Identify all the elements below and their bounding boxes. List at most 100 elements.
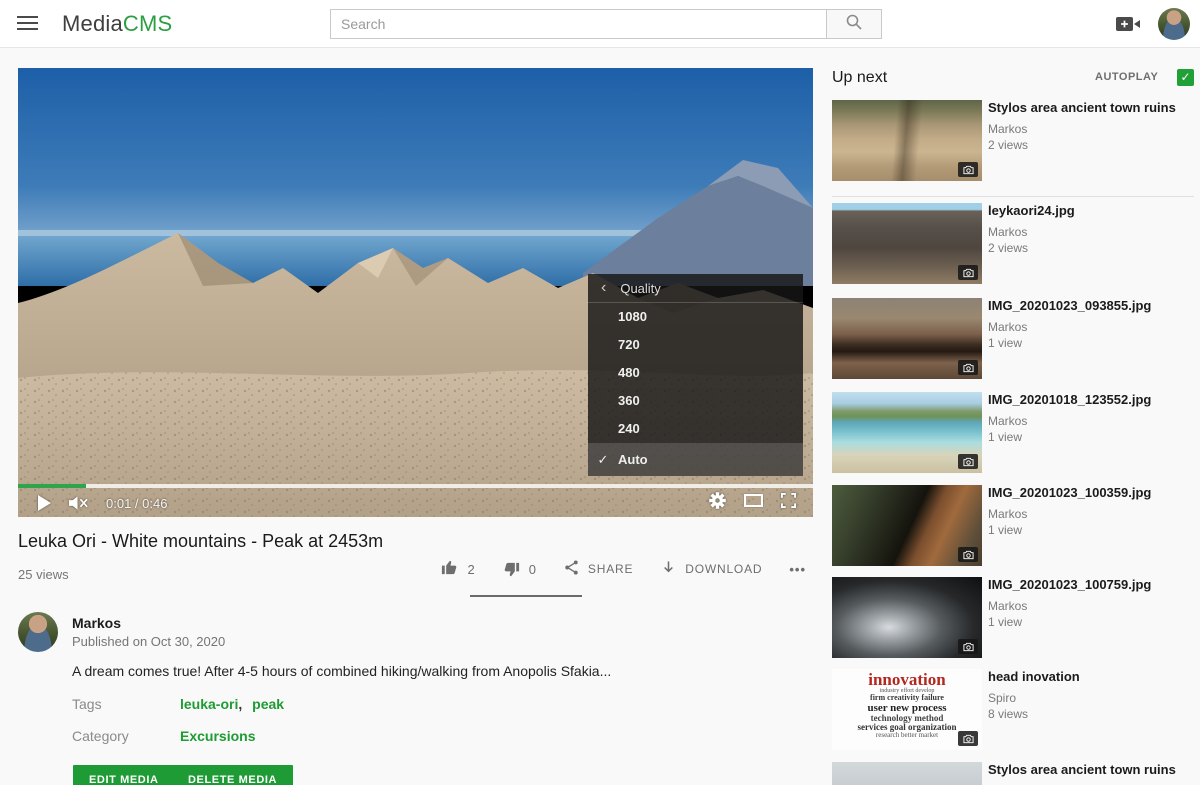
item-meta: IMG_20201023_093855.jpgMarkos1 view (988, 298, 1194, 314)
dislike-button[interactable]: 0 (502, 560, 536, 579)
search-bar (330, 9, 882, 39)
video-thumbnail[interactable] (832, 298, 982, 379)
author-name[interactable]: Markos (72, 615, 121, 631)
item-meta: Stylos area ancient town ruins (988, 762, 1194, 778)
menu-icon[interactable] (17, 16, 38, 31)
quality-option-720[interactable]: 720 (588, 331, 803, 359)
logo-media: Media (62, 11, 123, 36)
check-icon: ✓ (1180, 70, 1190, 84)
video-thumbnail[interactable] (832, 485, 982, 566)
category-link[interactable]: Excursions (180, 728, 255, 744)
item-meta: leykaori24.jpgMarkos2 views (988, 203, 1194, 219)
video-title[interactable]: Stylos area ancient town ruins (988, 100, 1194, 116)
quality-menu-header[interactable]: ‹ Quality (588, 274, 803, 303)
video-thumbnail[interactable] (832, 203, 982, 284)
more-options-button[interactable]: ••• (789, 562, 806, 577)
video-player[interactable]: ‹ Quality 1080720480360240 ✓ Auto 0:01 /… (18, 68, 813, 517)
like-count: 2 (467, 562, 474, 577)
logo-cms: CMS (123, 11, 173, 36)
video-author[interactable]: Spiro (988, 691, 1016, 705)
camera-icon (958, 162, 978, 177)
video-title[interactable]: leykaori24.jpg (988, 203, 1194, 219)
up-next-item[interactable]: Stylos area ancient town ruinsMarkos2 vi… (832, 100, 1194, 181)
camera-icon (958, 731, 978, 746)
video-thumbnail[interactable] (832, 762, 982, 785)
tag-link[interactable]: leuka-ori (180, 696, 238, 712)
quality-menu-title: Quality (620, 281, 660, 296)
download-label: DOWNLOAD (685, 562, 762, 576)
progress-bar[interactable] (18, 484, 813, 488)
theater-mode-icon[interactable] (744, 494, 763, 507)
tag-link[interactable]: peak (252, 696, 284, 712)
actions-row: 2 0 SHARE DOWNLOAD ••• (420, 558, 806, 580)
delete-media-button[interactable]: DELETE MEDIA (172, 765, 293, 785)
quality-option-1080[interactable]: 1080 (588, 303, 803, 331)
item-meta: IMG_20201023_100759.jpgMarkos1 view (988, 577, 1194, 593)
search-input[interactable] (330, 9, 827, 39)
share-icon (563, 559, 580, 579)
mute-icon[interactable] (68, 495, 89, 511)
item-meta: Stylos area ancient town ruinsMarkos2 vi… (988, 100, 1194, 116)
video-views: 1 view (988, 430, 1022, 444)
like-button[interactable]: 2 (440, 558, 474, 580)
thumbs-down-icon (502, 560, 521, 579)
quality-option-240[interactable]: 240 (588, 415, 803, 443)
page: MediaCMS (0, 0, 1200, 785)
quality-menu: ‹ Quality 1080720480360240 ✓ Auto (588, 274, 803, 476)
video-thumbnail[interactable] (832, 100, 982, 181)
download-button[interactable]: DOWNLOAD (660, 559, 762, 579)
up-next-item[interactable]: leykaori24.jpgMarkos2 views (832, 203, 1194, 284)
author-avatar[interactable] (18, 612, 58, 652)
video-author[interactable]: Markos (988, 507, 1027, 521)
autoplay-checkbox[interactable]: ✓ (1177, 69, 1194, 86)
top-bar: MediaCMS (0, 0, 1200, 48)
video-author[interactable]: Markos (988, 122, 1027, 136)
play-icon[interactable] (38, 495, 51, 511)
video-title[interactable]: IMG_20201023_100759.jpg (988, 577, 1194, 593)
up-next-list: Stylos area ancient town ruinsMarkos2 vi… (832, 100, 1194, 785)
progress-played (18, 484, 86, 488)
search-icon (845, 13, 863, 36)
share-label: SHARE (588, 562, 633, 576)
user-avatar[interactable] (1158, 8, 1190, 40)
video-title[interactable]: Stylos area ancient town ruins (988, 762, 1194, 778)
published-date: Published on Oct 30, 2020 (72, 634, 225, 649)
quality-option-auto[interactable]: ✓ Auto (588, 443, 803, 476)
video-title[interactable]: IMG_20201023_093855.jpg (988, 298, 1194, 314)
video-thumbnail[interactable] (832, 577, 982, 658)
search-button[interactable] (827, 9, 882, 39)
share-button[interactable]: SHARE (563, 559, 633, 579)
upload-media-icon[interactable] (1116, 16, 1141, 37)
tags-label: Tags (72, 696, 102, 712)
sidebar-divider (832, 196, 1194, 197)
up-next-title: Up next (832, 69, 887, 87)
video-title[interactable]: IMG_20201023_100359.jpg (988, 485, 1194, 501)
download-icon (660, 559, 677, 579)
video-author[interactable]: Markos (988, 320, 1027, 334)
video-views: 1 view (988, 615, 1022, 629)
quality-option-360[interactable]: 360 (588, 387, 803, 415)
edit-media-button[interactable]: EDIT MEDIA (73, 765, 175, 785)
fullscreen-icon[interactable] (781, 493, 796, 508)
video-author[interactable]: Markos (988, 599, 1027, 613)
video-views: 1 view (988, 336, 1022, 350)
quality-option-480[interactable]: 480 (588, 359, 803, 387)
up-next-item[interactable]: IMG_20201023_100759.jpg Markos 1 view (832, 577, 1194, 658)
up-next-item[interactable]: Stylos area ancient town ruins (832, 762, 1194, 785)
category-label: Category (72, 728, 129, 744)
video-thumbnail[interactable] (832, 392, 982, 473)
up-next-item[interactable]: IMG_20201023_093855.jpg Markos 1 view (832, 298, 1194, 379)
video-description: A dream comes true! After 4-5 hours of c… (72, 663, 692, 679)
time-display: 0:01 / 0:46 (106, 496, 167, 511)
video-title[interactable]: IMG_20201018_123552.jpg (988, 392, 1194, 408)
settings-gear-icon[interactable] (709, 492, 726, 509)
video-author[interactable]: Markos (988, 414, 1027, 428)
up-next-item[interactable]: IMG_20201018_123552.jpg Markos 1 view (832, 392, 1194, 473)
up-next-item[interactable]: IMG_20201023_100359.jpgMarkos1 view (832, 485, 1194, 566)
logo[interactable]: MediaCMS (62, 11, 172, 37)
up-next-item[interactable]: innovationindustry effort developfirm cr… (832, 669, 1194, 750)
video-title[interactable]: head inovation (988, 669, 1194, 685)
page-title: Leuka Ori - White mountains - Peak at 24… (18, 531, 383, 552)
video-thumbnail[interactable]: innovationindustry effort developfirm cr… (832, 669, 982, 750)
video-author[interactable]: Markos (988, 225, 1027, 239)
